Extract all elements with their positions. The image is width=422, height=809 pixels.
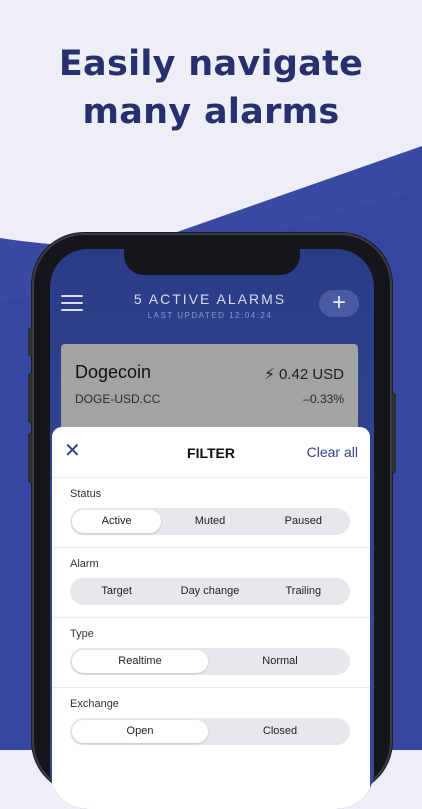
hamburger-menu-icon[interactable] — [61, 295, 83, 313]
alarm-card[interactable]: Dogecoin ⚡ 0.42 USD DOGE-USD.CC –0.33% — [61, 344, 358, 434]
alarm-option-trailing[interactable]: Trailing — [259, 580, 348, 603]
alarm-name: Dogecoin — [75, 362, 152, 382]
filter-header: ✕ FILTER Clear all — [52, 427, 370, 478]
exchange-option-open[interactable]: Open — [72, 720, 208, 743]
status-option-paused[interactable]: Paused — [259, 510, 348, 533]
headline-line-1: Easily navigate — [58, 44, 364, 84]
status-option-muted[interactable]: Muted — [165, 510, 254, 533]
phone-power-button — [392, 393, 396, 473]
type-option-realtime[interactable]: Realtime — [72, 650, 208, 673]
type-section: Type Realtime Normal — [52, 618, 370, 688]
type-segmented-control: Realtime Normal — [70, 648, 350, 675]
alarm-change: –0.33% — [303, 392, 344, 406]
active-alarms-title: 5 ACTIVE ALARMS — [133, 291, 287, 307]
alarm-option-target[interactable]: Target — [72, 580, 161, 603]
type-label: Type — [70, 628, 94, 640]
exchange-option-closed[interactable]: Closed — [212, 720, 348, 743]
phone-volume-down-button — [28, 433, 32, 483]
phone-notch — [124, 249, 300, 275]
last-updated-text: LAST UPDATED 12:04:24 — [147, 311, 273, 320]
alarm-symbol: DOGE-USD.CC — [75, 392, 161, 406]
phone-side-button — [28, 328, 32, 356]
status-segmented-control: Active Muted Paused — [70, 508, 350, 535]
alarm-price: ⚡ 0.42 USD — [264, 366, 344, 383]
add-alarm-button[interactable]: + — [319, 290, 359, 317]
exchange-section: Exchange Open Closed — [52, 688, 370, 757]
alarm-label: Alarm — [70, 558, 99, 570]
headline-line-2: many alarms — [82, 92, 340, 132]
type-option-normal[interactable]: Normal — [212, 650, 348, 673]
exchange-segmented-control: Open Closed — [70, 718, 350, 745]
alarm-option-day-change[interactable]: Day change — [165, 580, 254, 603]
alarm-section: Alarm Target Day change Trailing — [52, 548, 370, 618]
phone-screen: 5 ACTIVE ALARMS LAST UPDATED 12:04:24 + … — [50, 249, 374, 809]
phone-frame: 5 ACTIVE ALARMS LAST UPDATED 12:04:24 + … — [28, 233, 396, 809]
phone-volume-up-button — [28, 373, 32, 423]
status-option-active[interactable]: Active — [72, 510, 162, 533]
exchange-label: Exchange — [70, 698, 119, 710]
status-section: Status Active Muted Paused — [52, 478, 370, 548]
headline: Easily navigate many alarms — [0, 40, 422, 136]
alarm-segmented-control: Target Day change Trailing — [70, 578, 350, 605]
clear-all-button[interactable]: Clear all — [307, 444, 358, 460]
filter-sheet: ✕ FILTER Clear all Status Active Muted P… — [52, 427, 370, 809]
status-label: Status — [70, 488, 102, 500]
